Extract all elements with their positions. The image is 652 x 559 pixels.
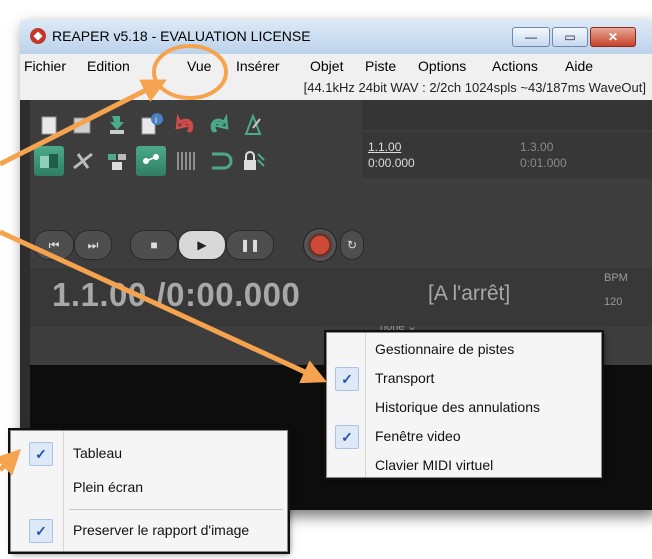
annotation-arrow: [0, 229, 328, 384]
annotation-arrow: [0, 79, 167, 167]
annotation-overlay: [0, 44, 328, 476]
annotation-arrow: [0, 448, 22, 476]
vue-highlight-circle: [152, 44, 228, 100]
